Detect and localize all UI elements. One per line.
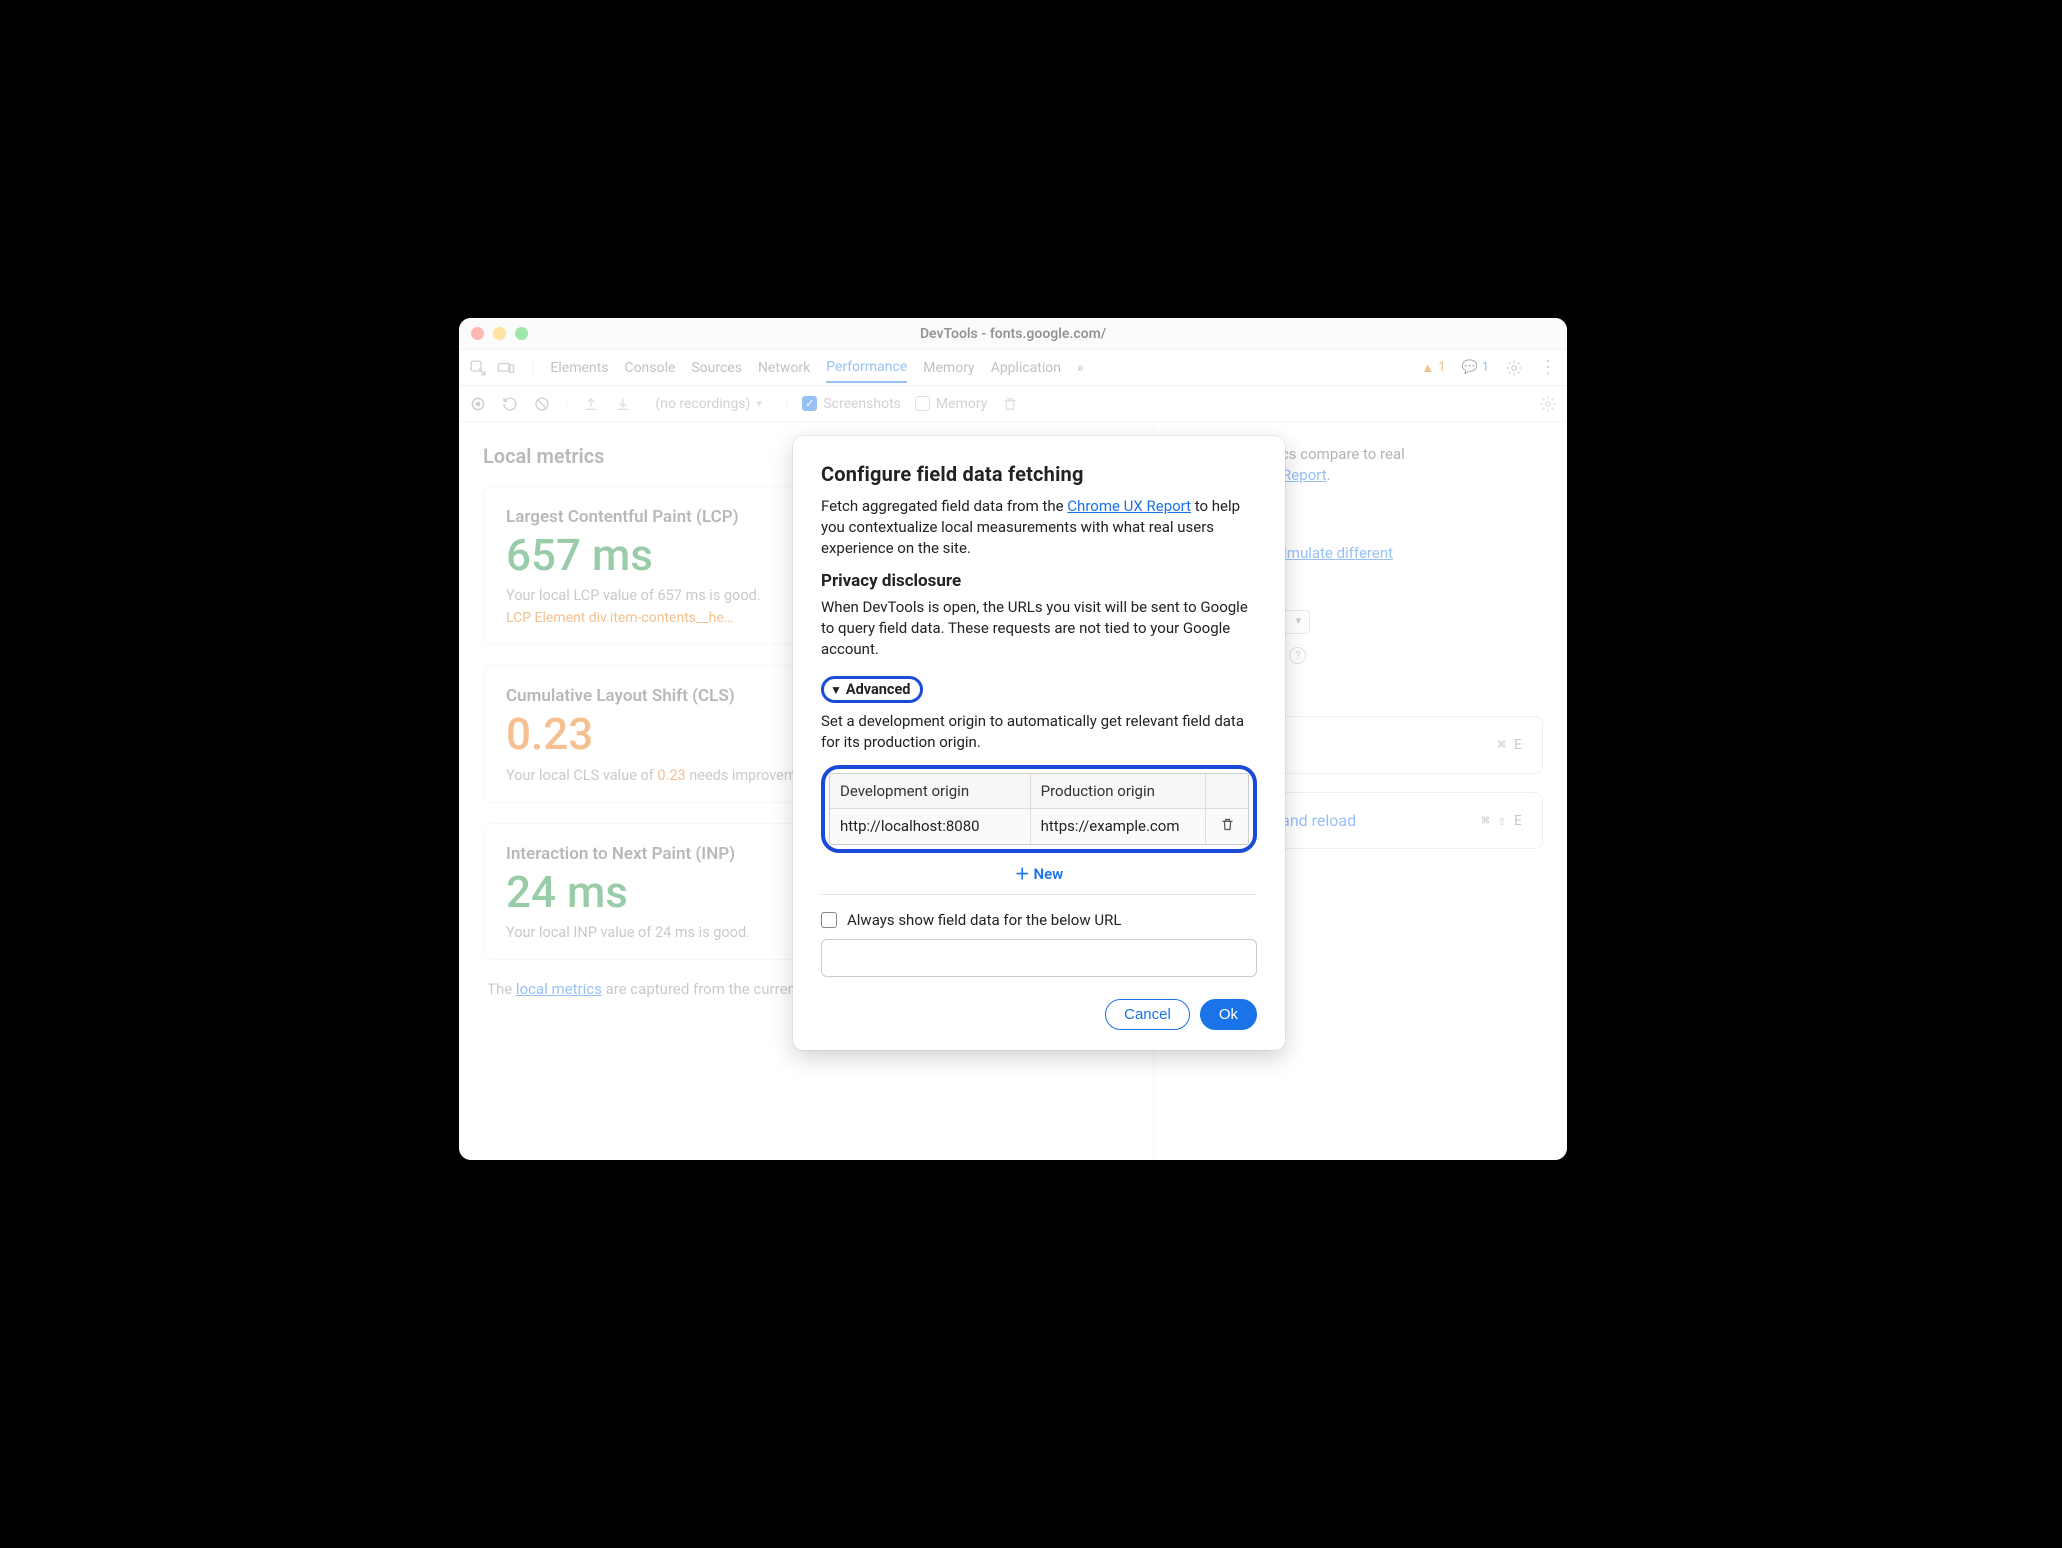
window-title: DevTools - fonts.google.com/ bbox=[459, 326, 1567, 342]
cancel-button[interactable]: Cancel bbox=[1105, 999, 1190, 1030]
always-show-checkbox[interactable]: Always show field data for the below URL bbox=[821, 911, 1257, 929]
advanced-description: Set a development origin to automaticall… bbox=[821, 711, 1257, 753]
devtools-window: DevTools - fonts.google.com/ | Elements … bbox=[459, 318, 1567, 1160]
memory-checkbox[interactable]: Memory bbox=[915, 396, 987, 412]
delete-row-button[interactable] bbox=[1206, 809, 1248, 844]
performance-toolbar: | (no recordings) ▾ | ✓Screenshots Memor… bbox=[459, 386, 1567, 422]
tab-console[interactable]: Console bbox=[624, 360, 675, 376]
warnings-badge[interactable]: ▲ 1 bbox=[1421, 360, 1445, 376]
checkbox-icon bbox=[821, 912, 837, 928]
dialog-description: Fetch aggregated field data from the Chr… bbox=[821, 496, 1257, 559]
tab-performance[interactable]: Performance bbox=[826, 359, 907, 383]
field-data-dialog: Configure field data fetching Fetch aggr… bbox=[793, 436, 1285, 1050]
garbage-collect-icon[interactable] bbox=[1001, 395, 1019, 413]
tab-overflow[interactable]: » bbox=[1077, 360, 1084, 376]
advanced-toggle[interactable]: ▼ Advanced bbox=[821, 676, 923, 703]
tab-memory[interactable]: Memory bbox=[923, 360, 974, 376]
tab-elements[interactable]: Elements bbox=[550, 360, 608, 376]
tab-application[interactable]: Application bbox=[991, 360, 1061, 376]
col-prod-origin: Production origin bbox=[1031, 774, 1207, 809]
add-origin-button[interactable]: ＋ New bbox=[1015, 865, 1064, 883]
override-url-input[interactable] bbox=[821, 939, 1257, 977]
screenshots-checkbox[interactable]: ✓Screenshots bbox=[802, 396, 901, 412]
tab-network[interactable]: Network bbox=[758, 360, 810, 376]
messages-badge[interactable]: 💬 1 bbox=[1462, 360, 1490, 375]
panel-settings-gear-icon[interactable] bbox=[1539, 395, 1557, 413]
clear-button[interactable] bbox=[533, 395, 551, 413]
tab-sources[interactable]: Sources bbox=[691, 360, 742, 376]
inspect-element-icon[interactable] bbox=[469, 359, 487, 377]
privacy-heading: Privacy disclosure bbox=[821, 571, 1257, 591]
help-icon[interactable]: ? bbox=[1289, 647, 1306, 664]
recording-selector[interactable]: (no recordings) ▾ bbox=[646, 393, 770, 415]
window-titlebar: DevTools - fonts.google.com/ bbox=[459, 318, 1567, 350]
privacy-body: When DevTools is open, the URLs you visi… bbox=[821, 597, 1257, 660]
trash-icon bbox=[1220, 817, 1235, 832]
device-mode-icon[interactable] bbox=[497, 359, 515, 377]
record-reload-shortcut: ⌘ ⇧ E bbox=[1481, 813, 1522, 829]
more-menu-icon[interactable]: ⋮ bbox=[1539, 359, 1557, 377]
local-metrics-link[interactable]: local metrics bbox=[516, 980, 602, 998]
col-actions bbox=[1206, 774, 1248, 809]
origin-mapping-table: Development origin Production origin htt… bbox=[829, 773, 1249, 845]
devtools-tabbar: | Elements Console Sources Network Perfo… bbox=[459, 350, 1567, 386]
reload-button[interactable] bbox=[501, 395, 519, 413]
record-shortcut: ⌘ E bbox=[1498, 737, 1522, 753]
simulate-viewport-link[interactable]: simulate different bbox=[1275, 544, 1393, 562]
record-button[interactable] bbox=[469, 395, 487, 413]
download-icon[interactable] bbox=[614, 395, 632, 413]
col-dev-origin: Development origin bbox=[830, 774, 1031, 809]
dialog-title: Configure field data fetching bbox=[821, 462, 1257, 486]
prod-origin-cell[interactable]: https://example.com bbox=[1031, 809, 1207, 844]
dev-origin-cell[interactable]: http://localhost:8080 bbox=[830, 809, 1031, 844]
ok-button[interactable]: Ok bbox=[1200, 999, 1257, 1030]
crux-link[interactable]: Chrome UX Report bbox=[1067, 497, 1191, 515]
disclosure-triangle-icon: ▼ bbox=[830, 683, 842, 697]
upload-icon[interactable] bbox=[582, 395, 600, 413]
origin-mapping-highlight: Development origin Production origin htt… bbox=[821, 765, 1257, 853]
settings-gear-icon[interactable] bbox=[1505, 359, 1523, 377]
